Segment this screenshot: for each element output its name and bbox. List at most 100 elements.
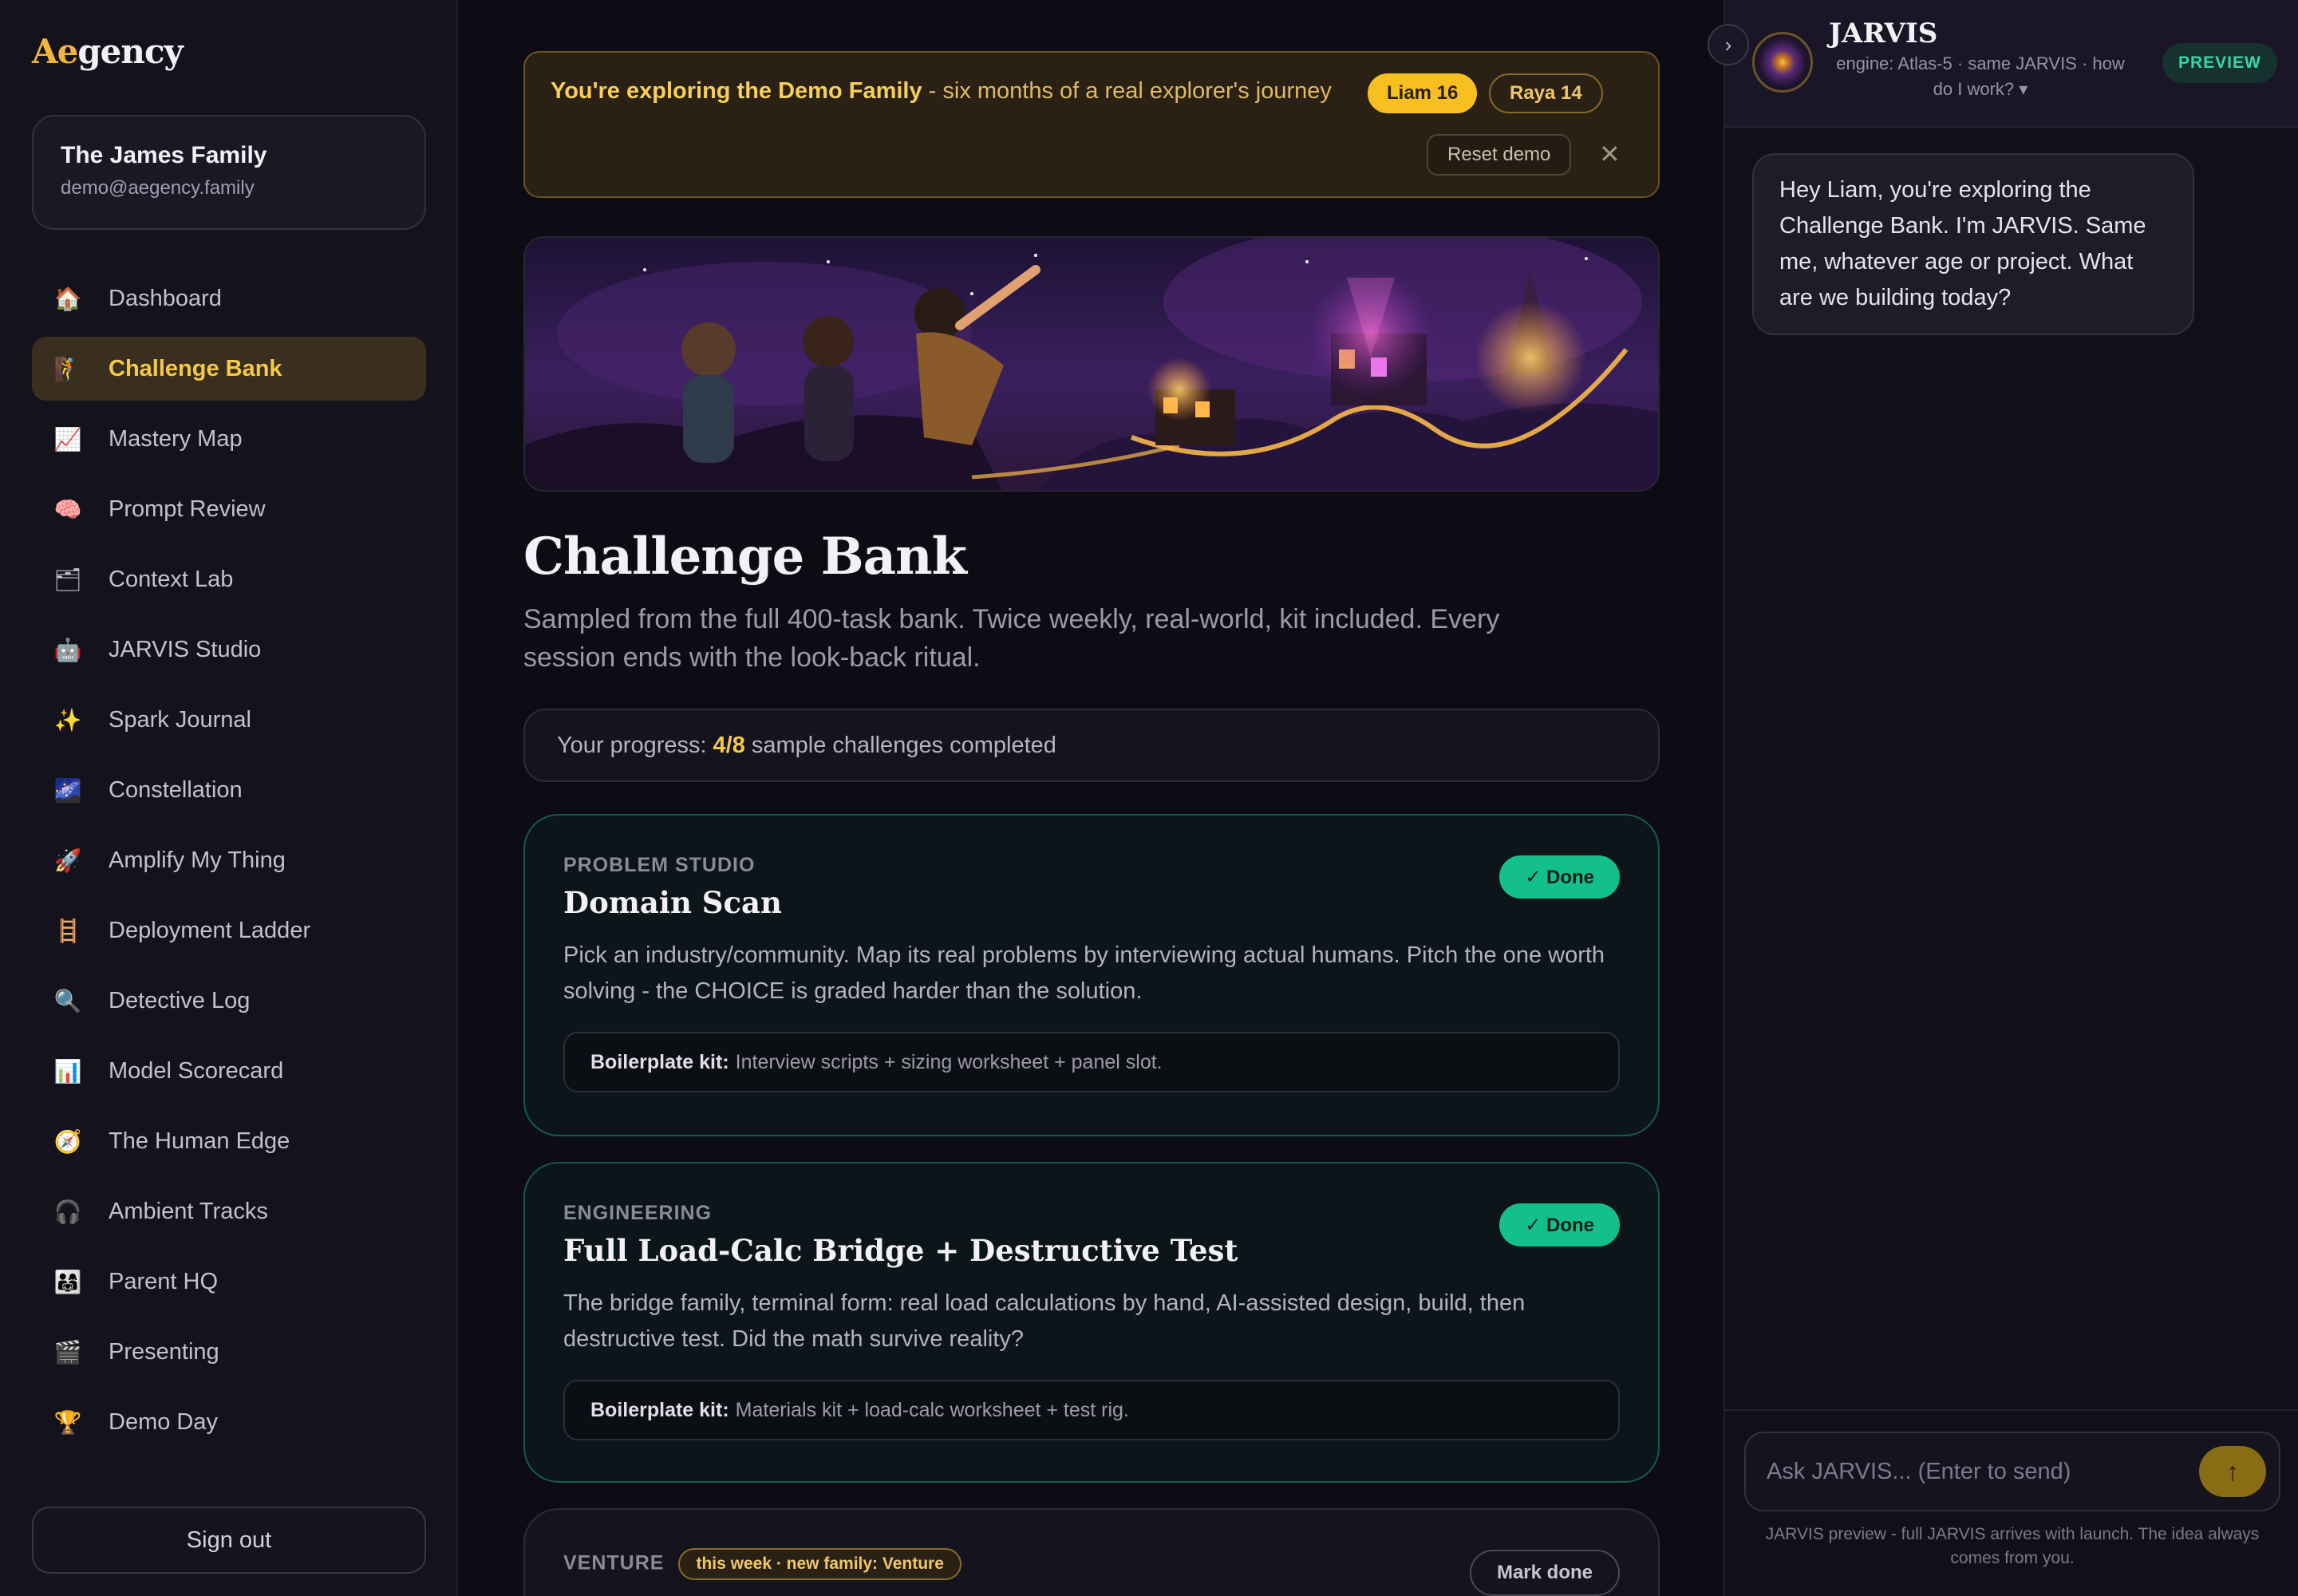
sidebar-item-label: Deployment Ladder <box>109 917 311 943</box>
this-week-chip: this week · new family: Venture <box>678 1548 961 1580</box>
sidebar-item-label: Spark Journal <box>109 706 251 733</box>
headphones-icon: 🎧 <box>53 1199 82 1224</box>
sidebar-item-challenge-bank[interactable]: 🧗 Challenge Bank <box>32 337 426 401</box>
jarvis-header: JARVIS engine: Atlas-5 · same JARVIS · h… <box>1725 0 2298 128</box>
demo-banner-text: You're exploring the Demo Family - six m… <box>551 78 1332 104</box>
sidebar-item-label: Model Scorecard <box>109 1057 284 1084</box>
mark-done-button[interactable]: Mark done <box>1469 1550 1620 1596</box>
sidebar-item-parent-hq[interactable]: 👨‍👩‍👧 Parent HQ <box>32 1250 426 1314</box>
chart-up-icon: 📈 <box>53 426 82 452</box>
sidebar-item-label: Challenge Bank <box>109 355 282 381</box>
sidebar-item-detective-log[interactable]: 🔍 Detective Log <box>32 969 426 1033</box>
sidebar-item-constellation[interactable]: 🌌 Constellation <box>32 758 426 822</box>
family-icon: 👨‍👩‍👧 <box>53 1269 82 1294</box>
send-button[interactable]: ↑ <box>2199 1446 2266 1497</box>
sidebar-item-label: Amplify My Thing <box>109 847 286 873</box>
jarvis-message: Hey Liam, you're exploring the Challenge… <box>1752 153 2194 335</box>
boilerplate-kit: Boilerplate kit: Interview scripts + sizi… <box>563 1032 1620 1092</box>
family-email: demo@aegency.family <box>61 177 255 199</box>
sidebar-item-label: Detective Log <box>109 987 251 1013</box>
challenge-description: Pick an industry/community. Map its real… <box>563 942 1605 1004</box>
sidebar-item-prompt-review[interactable]: 🧠 Prompt Review <box>32 477 426 541</box>
ladder-icon: 🪜 <box>53 918 82 943</box>
galaxy-icon: 🌌 <box>53 777 82 803</box>
sign-out-button[interactable]: Sign out <box>32 1507 426 1574</box>
challenge-card[interactable]: PROBLEM STUDIO Domain Scan Pick an indus… <box>523 814 1660 1136</box>
family-card[interactable]: The James Family demo@aegency.family <box>32 115 426 230</box>
sidebar-item-label: Context Lab <box>109 566 234 592</box>
sidebar-item-mastery-map[interactable]: 📈 Mastery Map <box>32 407 426 471</box>
challenge-category: PROBLEM STUDIO <box>563 854 756 876</box>
sidebar-item-presenting[interactable]: 🎬 Presenting <box>32 1320 426 1384</box>
challenge-title: Full Load-Calc Bridge + Destructive Test <box>563 1233 1238 1268</box>
challenge-card[interactable]: ENGINEERING Full Load-Calc Bridge + Dest… <box>523 1162 1660 1483</box>
preview-badge: PREVIEW <box>2162 43 2277 83</box>
boilerplate-kit: Boilerplate kit: Materials kit + load-cal… <box>563 1380 1620 1440</box>
challenge-description: The bridge family, terminal form: real l… <box>563 1290 1526 1352</box>
family-name: The James Family <box>61 142 267 168</box>
jarvis-preview-note: JARVIS preview - full JARVIS arrives wit… <box>1765 1525 2260 1567</box>
page-subtitle: Sampled from the full 400-task bank. Twi… <box>523 604 1500 673</box>
sidebar-item-label: JARVIS Studio <box>109 636 262 662</box>
climber-icon: 🧗 <box>53 356 82 381</box>
sidebar-item-label: The Human Edge <box>109 1128 290 1154</box>
sidebar-item-label: Prompt Review <box>109 496 266 522</box>
demo-banner: You're exploring the Demo Family - six m… <box>523 51 1660 198</box>
robot-icon: 🤖 <box>53 637 82 662</box>
sidebar-item-context-lab[interactable]: 🗂 Context Lab <box>32 547 426 611</box>
jarvis-footer: Ask JARVIS... (Enter to send) ↑ JARVIS p… <box>1725 1409 2298 1596</box>
bar-chart-icon: 📊 <box>53 1058 82 1084</box>
clapper-icon: 🎬 <box>53 1339 82 1365</box>
sidebar-nav: 🏠 Dashboard 🧗 Challenge Bank 📈 Mastery Map … <box>32 267 426 1460</box>
sparkles-icon: ✨ <box>53 707 82 733</box>
arrow-up-icon: ↑ <box>2226 1456 2239 1486</box>
challenge-card[interactable]: VENTURE this week · new family: Venture M… <box>523 1508 1660 1596</box>
collapse-panel-icon[interactable]: › <box>1708 24 1749 65</box>
trophy-icon: 🏆 <box>53 1409 82 1435</box>
sidebar-item-label: Mastery Map <box>109 425 243 452</box>
sidebar-item-model-scorecard[interactable]: 📊 Model Scorecard <box>32 1039 426 1103</box>
sidebar-item-the-human-edge[interactable]: 🧭 The Human Edge <box>32 1109 426 1173</box>
done-badge[interactable]: ✓ Done <box>1499 1203 1620 1246</box>
challenge-title: Domain Scan <box>563 885 782 920</box>
logo[interactable]: Aegency <box>32 32 184 71</box>
sidebar-item-label: Dashboard <box>109 285 222 311</box>
sidebar: Aegency The James Family demo@aegency.fa… <box>0 0 458 1596</box>
sidebar-item-deployment-ladder[interactable]: 🪜 Deployment Ladder <box>32 899 426 962</box>
magnifier-icon: 🔍 <box>53 988 82 1013</box>
compass-icon: 🧭 <box>53 1128 82 1154</box>
jarvis-panel: JARVIS engine: Atlas-5 · same JARVIS · h… <box>1708 0 2298 1596</box>
sidebar-item-amplify-my-thing[interactable]: 🚀 Amplify My Thing <box>32 828 426 892</box>
profile-chip-raya[interactable]: Raya 14 <box>1489 73 1603 113</box>
house-icon: 🏠 <box>53 286 82 311</box>
jarvis-name: JARVIS <box>1829 18 1938 49</box>
sidebar-item-dashboard[interactable]: 🏠 Dashboard <box>32 267 426 330</box>
jarvis-chat-input[interactable]: Ask JARVIS... (Enter to send) ↑ <box>1744 1432 2280 1511</box>
sidebar-item-demo-day[interactable]: 🏆 Demo Day <box>32 1390 426 1454</box>
main-content: You're exploring the Demo Family - six m… <box>460 0 1724 1596</box>
profile-chip-liam[interactable]: Liam 16 <box>1368 73 1478 113</box>
sidebar-item-label: Ambient Tracks <box>109 1198 268 1224</box>
sidebar-item-label: Constellation <box>109 776 243 803</box>
sidebar-item-label: Parent HQ <box>109 1268 218 1294</box>
sidebar-item-spark-journal[interactable]: ✨ Spark Journal <box>32 688 426 752</box>
sidebar-item-label: Demo Day <box>109 1408 218 1435</box>
reset-demo-button[interactable]: Reset demo <box>1427 134 1572 176</box>
progress-count: 4/8 <box>713 732 745 758</box>
progress-summary: Your progress: 4/8 sample challenges compl… <box>523 709 1660 782</box>
done-badge[interactable]: ✓ Done <box>1499 855 1620 899</box>
rocket-icon: 🚀 <box>53 847 82 873</box>
challenge-category: ENGINEERING <box>563 1202 713 1224</box>
brain-icon: 🧠 <box>53 496 82 522</box>
sidebar-item-jarvis-studio[interactable]: 🤖 JARVIS Studio <box>32 618 426 681</box>
sidebar-item-label: Presenting <box>109 1338 219 1365</box>
hero-illustration <box>523 236 1660 492</box>
folder-icon: 🗂 <box>53 567 82 592</box>
jarvis-avatar <box>1752 32 1813 93</box>
jarvis-input-placeholder: Ask JARVIS... (Enter to send) <box>1767 1458 2071 1484</box>
sidebar-item-ambient-tracks[interactable]: 🎧 Ambient Tracks <box>32 1179 426 1243</box>
challenge-category: VENTURE this week · new family: Venture <box>563 1548 1620 1580</box>
hero-art <box>525 238 1658 490</box>
page-title: Challenge Bank <box>523 527 967 587</box>
close-icon[interactable]: ✕ <box>1599 139 1621 169</box>
